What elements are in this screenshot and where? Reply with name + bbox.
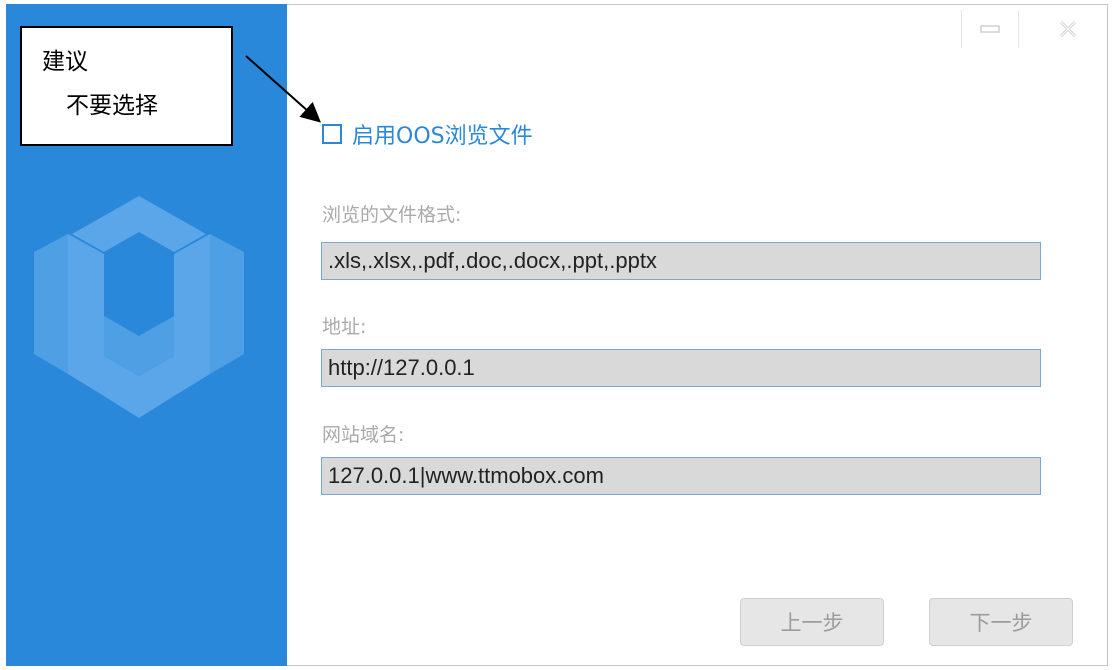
- annotation-box: 建议 不要选择: [20, 26, 233, 146]
- prev-step-button[interactable]: 上一步: [740, 598, 884, 646]
- formats-label: 浏览的文件格式:: [322, 204, 462, 226]
- close-button[interactable]: [1040, 10, 1096, 48]
- minimize-button[interactable]: [961, 10, 1019, 48]
- enable-oos-label: 启用OOS浏览文件: [352, 124, 533, 149]
- app-logo-icon: [34, 196, 244, 418]
- annotation-arrow-icon: [245, 55, 321, 123]
- annotation-line-1: 建议: [42, 49, 88, 75]
- close-icon: [1059, 20, 1077, 38]
- enable-oos-option[interactable]: 启用OOS浏览文件: [322, 118, 533, 150]
- domain-label: 网站域名:: [322, 424, 405, 446]
- domain-input[interactable]: [321, 457, 1041, 495]
- formats-input[interactable]: [321, 242, 1041, 280]
- next-step-button[interactable]: 下一步: [929, 598, 1073, 646]
- address-label: 地址:: [322, 316, 367, 338]
- annotation-line-2: 不要选择: [66, 93, 158, 119]
- enable-oos-checkbox[interactable]: [322, 124, 342, 144]
- address-input[interactable]: [321, 349, 1041, 387]
- minimize-icon: [980, 25, 1000, 33]
